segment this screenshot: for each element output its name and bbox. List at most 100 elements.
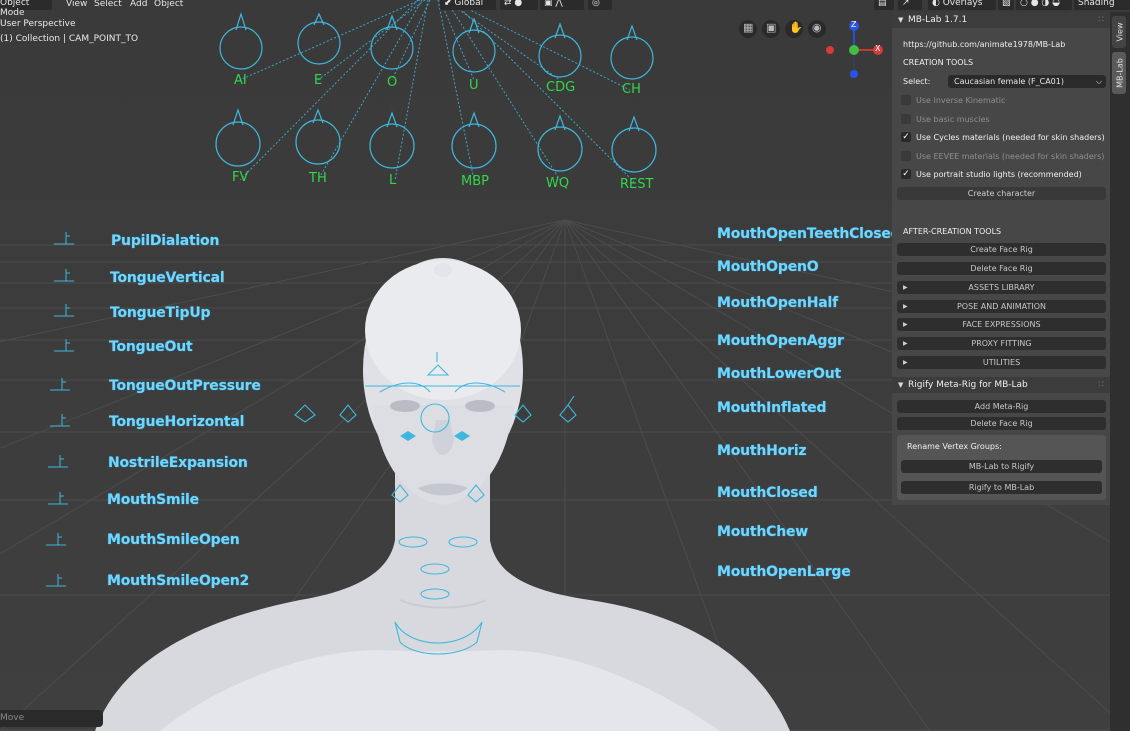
- pivot-dropdown[interactable]: ⇄ ●: [500, 0, 538, 10]
- menu-select[interactable]: Select: [94, 0, 122, 10]
- inverse-kinematic-checkbox[interactable]: [901, 95, 911, 105]
- camera-toggle-button[interactable]: ▣: [762, 20, 780, 38]
- mode-label: Object Mode: [0, 0, 30, 18]
- studio-lights-checkbox[interactable]: ✓: [901, 169, 911, 179]
- rigify-to-mblab-button[interactable]: Rigify to MB-Lab: [901, 481, 1102, 494]
- grid-icon: ▦: [743, 21, 754, 34]
- expand-arrow-icon: ▶: [903, 340, 908, 347]
- studio-lights-label: Use portrait studio lights (recommended): [916, 170, 1082, 179]
- bone-label[interactable]: MouthSmileOpen2: [107, 573, 249, 589]
- shape-key-label: FV: [232, 170, 249, 185]
- menu-view[interactable]: View: [66, 0, 87, 10]
- select-label: Select:: [903, 77, 931, 86]
- bone-label[interactable]: MouthOpenTeethClosed: [717, 226, 901, 242]
- expand-arrow-icon: ▶: [903, 321, 908, 328]
- sidebar-panel: ▼ MB-Lab 1.7.1 ∷ https://github.com/animat…: [892, 12, 1110, 505]
- overlays-dropdown[interactable]: ◐ Overlays: [928, 0, 996, 10]
- visibility-toggle[interactable]: ▤: [874, 0, 894, 10]
- proxy-fitting-section[interactable]: ▶ PROXY FITTING: [897, 337, 1106, 350]
- bone-label[interactable]: PupilDialation: [111, 233, 219, 249]
- drag-handle-icon[interactable]: ∷: [1098, 12, 1104, 28]
- pan-button[interactable]: ✋: [785, 20, 803, 38]
- shape-key-label: MBP: [461, 174, 489, 189]
- last-operator-label: Move: [0, 713, 25, 723]
- overlays-icon: ◐: [932, 0, 943, 8]
- collapse-arrow-icon: ▼: [898, 16, 904, 24]
- snap-icon: ▣ ⋀: [544, 0, 563, 8]
- bone-label[interactable]: MouthClosed: [717, 485, 818, 501]
- character-select[interactable]: Caucasian female (F_CA01) ⌵: [948, 75, 1106, 88]
- bone-label[interactable]: MouthHoriz: [717, 443, 807, 459]
- transform-orientation-dropdown[interactable]: ⬋ Global: [440, 0, 496, 10]
- utilities-section[interactable]: ▶ UTILITIES: [897, 356, 1106, 369]
- shading-icons: ○ ● ◑ ◒: [1020, 0, 1060, 8]
- eevee-materials-label: Use EEVEE materials (needed for skin sha…: [916, 152, 1105, 161]
- pose-animation-section[interactable]: ▶ POSE AND ANIMATION: [897, 300, 1106, 313]
- shading-modes[interactable]: ○ ● ◑ ◒: [1016, 0, 1072, 10]
- menu-add[interactable]: Add: [130, 0, 147, 10]
- add-meta-rig-button[interactable]: Add Meta-Rig: [897, 400, 1106, 413]
- basic-muscles-checkbox[interactable]: [901, 114, 911, 124]
- bone-label[interactable]: MouthChew: [717, 524, 808, 540]
- xray-toggle[interactable]: ▧: [998, 0, 1014, 10]
- bone-label[interactable]: TongueOut: [109, 339, 193, 355]
- gizmo-icon: ↗: [902, 0, 910, 8]
- mblab-to-rigify-button[interactable]: MB-Lab to Rigify: [901, 460, 1102, 473]
- bone-label[interactable]: MouthSmile: [107, 492, 199, 508]
- shape-key-label: E: [314, 73, 323, 88]
- bone-label[interactable]: TongueTipUp: [110, 305, 211, 321]
- bone-label[interactable]: TongueVertical: [110, 270, 225, 286]
- rigify-delete-face-rig-button[interactable]: Delete Face Rig: [897, 417, 1106, 430]
- bone-label[interactable]: MouthInflated: [717, 400, 827, 416]
- snap-dropdown[interactable]: ▣ ⋀: [540, 0, 584, 10]
- shape-key-label: CDG: [546, 80, 576, 95]
- tab-mblab[interactable]: MB-Lab: [1112, 52, 1126, 94]
- bone-label[interactable]: MouthSmileOpen: [107, 532, 240, 548]
- bone-label[interactable]: MouthOpenAggr: [717, 333, 844, 349]
- bone-label[interactable]: MouthOpenHalf: [717, 295, 838, 311]
- basic-muscles-label: Use basic muscles: [916, 115, 990, 124]
- assets-library-section[interactable]: ▶ ASSETS LIBRARY: [897, 281, 1106, 294]
- cycles-materials-checkbox[interactable]: ✓: [901, 132, 911, 142]
- mblab-panel-header[interactable]: ▼ MB-Lab 1.7.1 ∷: [892, 12, 1110, 28]
- xray-icon: ▧: [1002, 0, 1011, 8]
- viewport-collection-label: (1) Collection | CAM_POINT_TO: [0, 34, 139, 44]
- expand-arrow-icon: ▶: [903, 303, 908, 310]
- axis-icon: ⬋: [444, 0, 455, 8]
- rename-vertex-groups-box: Rename Vertex Groups: MB-Lab to Rigify R…: [897, 435, 1106, 500]
- create-face-rig-button[interactable]: Create Face Rig: [897, 243, 1106, 256]
- creation-tools-heading: CREATION TOOLS: [903, 58, 974, 67]
- create-character-button[interactable]: Create character: [897, 187, 1106, 200]
- zoom-button[interactable]: ◉: [808, 20, 826, 38]
- last-operator-panel[interactable]: Move: [0, 710, 103, 727]
- menu-object[interactable]: Object: [154, 0, 183, 10]
- drag-handle-icon[interactable]: ∷: [1098, 377, 1104, 393]
- tab-view[interactable]: View: [1112, 16, 1126, 48]
- gizmo-z-label[interactable]: Z: [851, 20, 856, 29]
- rigify-panel-header[interactable]: ▼ Rigify Meta-Rig for MB-Lab ∷: [892, 377, 1110, 393]
- inverse-kinematic-label: Use Inverse Kinematic: [916, 96, 1006, 105]
- shading-dropdown[interactable]: Shading: [1074, 0, 1130, 10]
- camera-icon: ▣: [766, 21, 777, 34]
- bone-label[interactable]: NostrileExpansion: [108, 455, 248, 471]
- pivot-icon: ⇄ ●: [504, 0, 523, 8]
- bone-label[interactable]: MouthOpenO: [717, 259, 819, 275]
- bone-label[interactable]: MouthLowerOut: [717, 366, 841, 382]
- shape-key-label: AI: [234, 73, 247, 88]
- gizmo-toggle[interactable]: ↗: [898, 0, 922, 10]
- after-creation-heading: AFTER-CREATION TOOLS: [903, 227, 1002, 236]
- proportional-editing[interactable]: ◎: [588, 0, 612, 10]
- mode-selector[interactable]: Object Mode: [0, 0, 52, 18]
- hand-icon: ✋: [789, 21, 803, 34]
- collapse-arrow-icon: ▼: [898, 381, 904, 389]
- delete-face-rig-button[interactable]: Delete Face Rig: [897, 262, 1106, 275]
- gizmo-x-label[interactable]: X: [875, 44, 880, 53]
- camera-view-button[interactable]: ▦: [739, 20, 757, 38]
- face-expressions-section[interactable]: ▶ FACE EXPRESSIONS: [897, 318, 1106, 331]
- bone-label[interactable]: TongueHorizontal: [109, 414, 244, 430]
- eevee-materials-checkbox[interactable]: [901, 151, 911, 161]
- bone-label[interactable]: TongueOutPressure: [109, 378, 261, 394]
- shape-key-label: WQ: [546, 176, 570, 191]
- proportional-icon: ◎: [592, 0, 600, 8]
- bone-label[interactable]: MouthOpenLarge: [717, 564, 851, 580]
